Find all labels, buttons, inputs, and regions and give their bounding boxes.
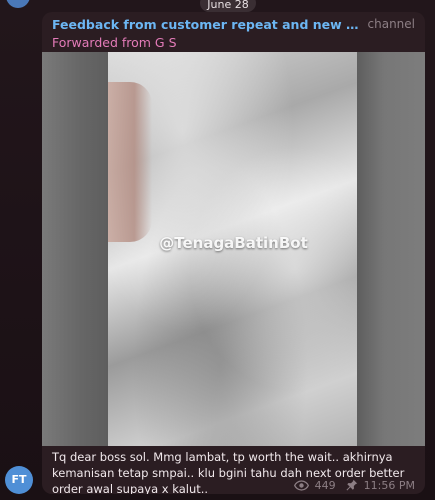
photo-watermark: @TenagaBatinBot <box>159 234 308 252</box>
forwarded-header: Feedback from customer repeat and new bu… <box>52 16 415 52</box>
eye-icon <box>293 479 309 491</box>
forwarded-channel-title[interactable]: Feedback from customer repeat and new bu… <box>52 16 366 33</box>
photo-hand <box>108 82 152 242</box>
message-time: 11:56 PM <box>363 478 415 492</box>
message-meta: 449 11:56 PM <box>293 477 415 493</box>
previous-sender-avatar[interactable] <box>6 0 30 8</box>
channel-tag: channel <box>367 17 415 31</box>
views-count: 449 <box>314 478 336 492</box>
date-separator-label: June 28 <box>207 0 249 11</box>
date-separator: June 28 <box>200 0 256 12</box>
message-photo[interactable]: @TenagaBatinBot <box>42 52 425 446</box>
pin-icon <box>346 479 358 491</box>
chat-view: June 28 Feedback from customer repeat an… <box>0 0 435 500</box>
sender-avatar[interactable]: FT <box>5 466 33 494</box>
message-bubble[interactable]: Feedback from customer repeat and new bu… <box>42 12 425 494</box>
forwarded-from-label[interactable]: Forwarded from G S <box>52 34 177 51</box>
